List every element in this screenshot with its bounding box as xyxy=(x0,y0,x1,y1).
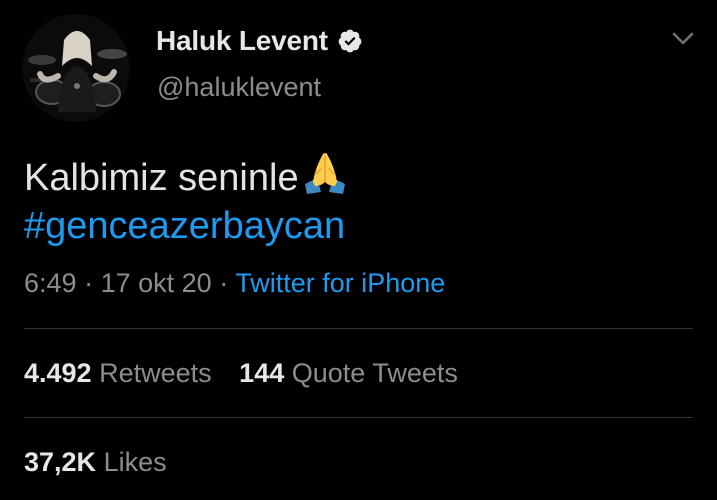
meta-separator: · xyxy=(84,268,94,298)
display-name[interactable]: Haluk Levent xyxy=(156,25,328,57)
folded-hands-emoji xyxy=(304,152,345,194)
retweets-count: 4.492 xyxy=(24,358,92,388)
user-handle[interactable]: @haluklevent xyxy=(157,72,321,103)
avatar[interactable] xyxy=(22,14,130,122)
quote-tweets-count: 144 xyxy=(239,358,285,388)
author-name-row[interactable]: Haluk Levent xyxy=(156,23,363,59)
meta-separator: · xyxy=(219,268,229,298)
engagement-stats: 4.492 Retweets 144 Quote Tweets xyxy=(24,358,458,389)
quote-tweets-stat[interactable]: 144 Quote Tweets xyxy=(239,358,458,389)
likes-stats: 37,2K Likes xyxy=(24,447,167,478)
chevron-down-icon[interactable] xyxy=(668,26,698,52)
divider xyxy=(24,328,693,329)
divider xyxy=(24,417,693,418)
tweet-date[interactable]: 17 okt 20 xyxy=(101,268,212,298)
tweet-source-link[interactable]: Twitter for iPhone xyxy=(235,268,445,298)
tweet-text: Kalbimiz seninle xyxy=(24,157,299,199)
likes-label: Likes xyxy=(103,447,167,477)
retweets-stat[interactable]: 4.492 Retweets xyxy=(24,358,212,389)
hashtag-link[interactable]: #genceazerbaycan xyxy=(24,202,349,250)
verified-badge-icon xyxy=(338,29,362,53)
avatar-image xyxy=(22,14,130,122)
tweet-text-line: Kalbimiz seninle xyxy=(24,150,349,202)
tweet-meta: 6:49 · 17 okt 20 · Twitter for iPhone xyxy=(24,268,445,299)
retweets-label: Retweets xyxy=(99,358,212,388)
tweet-time[interactable]: 6:49 xyxy=(24,268,77,298)
likes-count: 37,2K xyxy=(24,447,97,477)
tweet-body: Kalbimiz seninle #genceazerbaycan xyxy=(24,150,349,250)
quote-tweets-label: Quote Tweets xyxy=(291,358,458,388)
likes-stat[interactable]: 37,2K Likes xyxy=(24,447,167,478)
